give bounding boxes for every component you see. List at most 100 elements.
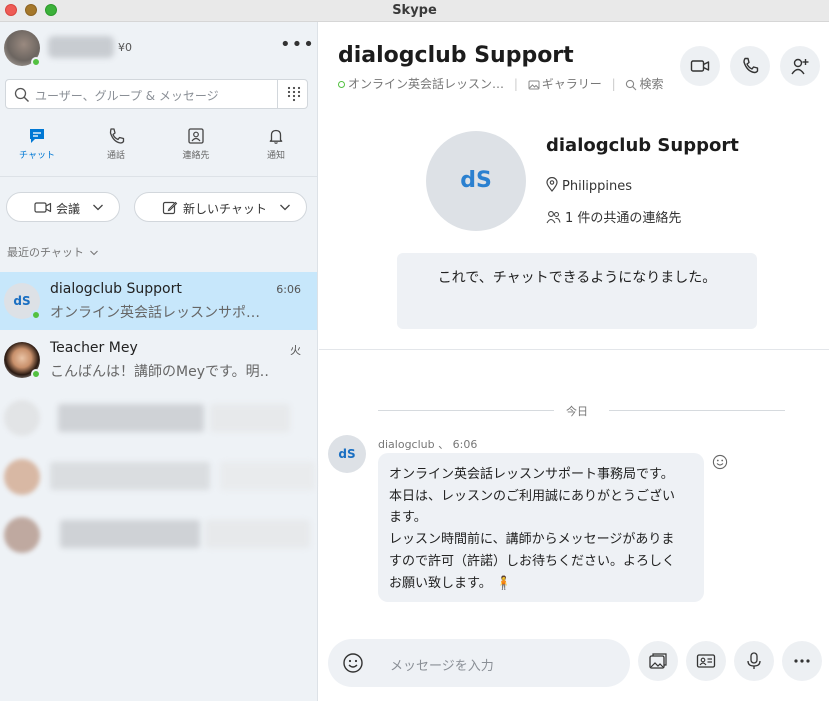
contact-card-icon xyxy=(696,654,716,668)
tab-chats[interactable]: チャット xyxy=(0,127,77,175)
divider xyxy=(319,349,829,350)
recent-chats-toggle[interactable]: 最近のチャット xyxy=(7,244,99,260)
bell-icon xyxy=(269,129,283,144)
online-status-dot xyxy=(31,369,41,379)
chat-time: 火 xyxy=(290,344,301,357)
gallery-icon xyxy=(528,80,540,90)
day-divider-label: 今日 xyxy=(566,405,588,418)
meet-now-button[interactable]: 会議 xyxy=(6,192,120,222)
record-audio-button[interactable] xyxy=(734,641,774,681)
nav-tabs: チャット 通話 連絡先 通知 xyxy=(0,127,318,177)
chat-preview: こんばんは！講師のMeyです。明… xyxy=(50,364,270,380)
meet-now-label: 会議 xyxy=(56,202,81,216)
tab-contacts-label: 連絡先 xyxy=(182,151,210,161)
message-line: すので許可（許諾）しお待ちください。よろしく xyxy=(389,553,676,569)
profile-name: dialogclub Support xyxy=(546,135,739,156)
message-line: 本日は、レッスンのご利用誠にありがとうござい xyxy=(389,488,676,504)
avatar: dS xyxy=(4,283,41,320)
search-icon xyxy=(626,79,637,90)
day-divider: 今日 xyxy=(378,403,785,418)
chevron-down-icon xyxy=(280,204,290,211)
video-call-button[interactable] xyxy=(680,46,720,86)
video-camera-icon xyxy=(690,60,710,72)
system-message-card: これで、チャットできるようになりました。 xyxy=(397,253,757,329)
more-actions-button[interactable] xyxy=(782,641,822,681)
gallery-icon xyxy=(649,653,667,669)
message-line: お願い致します。 🧍 xyxy=(389,575,513,591)
emoji-icon[interactable] xyxy=(342,652,364,674)
find-label: 検索 xyxy=(639,77,664,91)
new-chat-button[interactable]: 新しいチャット xyxy=(134,192,307,222)
send-contact-button[interactable] xyxy=(686,641,726,681)
chat-icon xyxy=(30,129,44,143)
message-meta: dialogclub 、 6:06 xyxy=(378,438,478,451)
phone-icon xyxy=(109,128,125,144)
message-input[interactable]: メッセージを入力 xyxy=(390,655,494,674)
chat-name: dialogclub Support xyxy=(50,281,182,297)
conversation-panel: dialogclub Support オンライン英会話レッスン… | ギャラリー… xyxy=(319,22,829,701)
find-link[interactable]: 検索 xyxy=(625,77,663,91)
mutual-contacts[interactable]: 1 件の共通の連絡先 xyxy=(546,207,681,226)
chat-list-item-redacted[interactable] xyxy=(0,506,317,564)
profile-avatar-button[interactable] xyxy=(4,30,41,67)
gallery-link[interactable]: ギャラリー xyxy=(528,77,602,91)
new-chat-label: 新しいチャット xyxy=(183,202,267,216)
profile-location: Philippines xyxy=(546,176,633,194)
tab-notifications-label: 通知 xyxy=(266,151,285,161)
compose-icon xyxy=(162,201,178,215)
tab-calls-label: 通話 xyxy=(106,151,125,161)
gallery-label: ギャラリー xyxy=(541,77,602,91)
profile-name-redacted xyxy=(48,36,114,58)
message-bubble[interactable]: オンライン英会話レッスンサポート事務局です。 本日は、レッスンのご利用誠にありが… xyxy=(378,453,704,602)
add-people-button[interactable] xyxy=(780,46,820,86)
chat-preview: オンライン英会話レッスンサポ… xyxy=(50,305,260,321)
online-status-dot xyxy=(31,310,41,320)
search-input[interactable]: ユーザー、グループ & メッセージ xyxy=(35,87,219,104)
status-message: オンライン英会話レッスン… xyxy=(348,77,505,91)
message-line: オンライン英会話レッスンサポート事務局です。 xyxy=(389,467,674,482)
microphone-icon xyxy=(747,652,761,669)
reaction-icon[interactable] xyxy=(712,454,728,470)
online-status-dot xyxy=(31,57,41,67)
avatar xyxy=(4,459,40,495)
tab-calls[interactable]: 通話 xyxy=(76,127,156,175)
phone-icon xyxy=(743,57,759,74)
skype-credit: ¥0 xyxy=(118,41,132,54)
tab-notifications[interactable]: 通知 xyxy=(236,127,316,175)
avatar-initials: dS xyxy=(13,294,31,308)
tab-contacts[interactable]: 連絡先 xyxy=(156,127,236,175)
more-options-button[interactable]: ••• xyxy=(280,36,315,54)
chevron-down-icon xyxy=(90,250,99,256)
chat-list-item-redacted[interactable] xyxy=(0,389,317,447)
title-bar: Skype xyxy=(0,0,829,22)
window-title: Skype xyxy=(392,3,437,18)
avatar xyxy=(4,342,41,379)
avatar xyxy=(4,517,40,553)
message-line: ます。 xyxy=(389,510,427,526)
message-composer[interactable]: メッセージを入力 xyxy=(328,639,630,687)
audio-call-button[interactable] xyxy=(730,46,770,86)
profile-avatar[interactable]: dS xyxy=(426,131,526,231)
chat-name: Teacher Mey xyxy=(50,340,138,356)
search-box[interactable]: ユーザー、グループ & メッセージ xyxy=(5,79,308,109)
chat-list-item-redacted[interactable] xyxy=(0,448,317,506)
chat-time: 6:06 xyxy=(276,283,301,296)
more-icon xyxy=(794,659,810,663)
sidebar: ¥0 ••• ユーザー、グループ & メッセージ チャット 通話 連絡先 通知 … xyxy=(0,22,318,701)
search-icon xyxy=(14,87,29,102)
send-media-button[interactable] xyxy=(638,641,678,681)
chevron-down-icon xyxy=(93,204,103,211)
conversation-title[interactable]: dialogclub Support xyxy=(338,43,574,68)
message-sender: dialogclub xyxy=(378,438,435,451)
message-line: レッスン時間前に、講師からメッセージがありま xyxy=(389,532,675,548)
tab-chats-label: チャット xyxy=(19,151,55,161)
conversation-subinfo: オンライン英会話レッスン… | ギャラリー | 検索 xyxy=(338,75,663,92)
dialpad-icon[interactable] xyxy=(287,86,301,102)
avatar[interactable]: dS xyxy=(328,435,366,473)
mutual-contacts-text: 1 件の共通の連絡先 xyxy=(565,211,682,226)
avatar xyxy=(4,400,40,436)
profile-location-text: Philippines xyxy=(562,179,633,194)
chat-list-item[interactable]: dS dialogclub Support 6:06 オンライン英会話レッスンサ… xyxy=(0,272,317,330)
recent-chats-label: 最近のチャット xyxy=(7,246,84,259)
chat-list-item[interactable]: Teacher Mey 火 こんばんは！講師のMeyです。明… xyxy=(0,331,317,389)
